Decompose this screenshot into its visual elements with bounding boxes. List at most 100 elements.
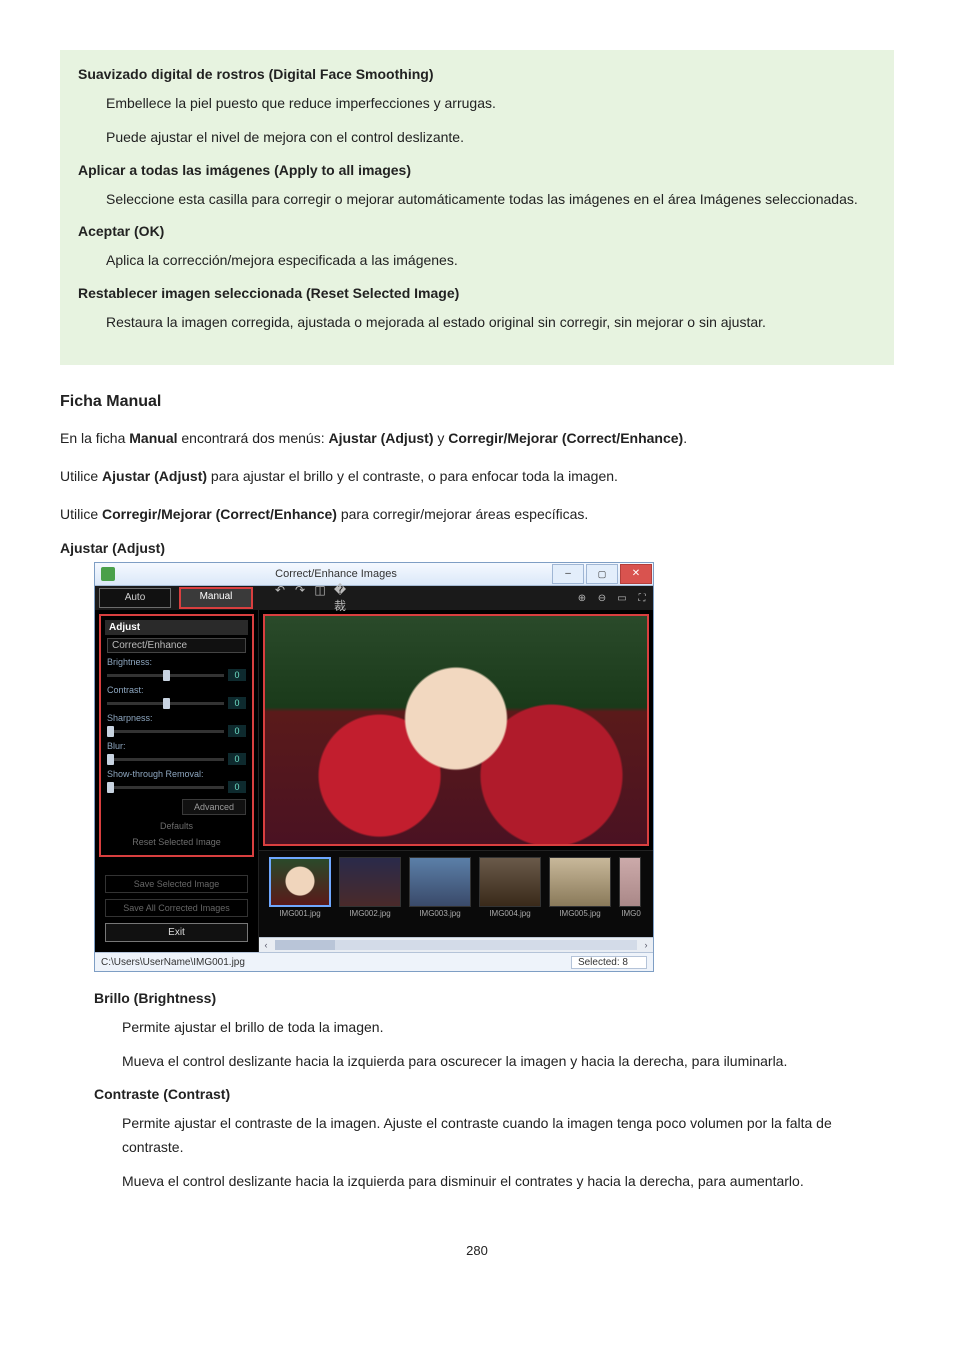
- scroll-thumb[interactable]: [275, 940, 335, 950]
- text: En la ficha: [60, 430, 129, 446]
- showthrough-label: Show-through Removal:: [107, 769, 246, 779]
- text: para ajustar el brillo y el contraste, o…: [207, 468, 618, 484]
- info-box: Suavizado digital de rostros (Digital Fa…: [60, 50, 894, 365]
- thumbnail[interactable]: IMG002.jpg: [339, 857, 401, 918]
- page-number: 280: [60, 1243, 894, 1258]
- thumbnail[interactable]: IMG0: [619, 857, 643, 918]
- minimize-button[interactable]: [552, 564, 584, 584]
- compare-icon[interactable]: ◫: [313, 583, 327, 614]
- def-para: Permite ajustar el contraste de la image…: [122, 1112, 894, 1160]
- thumbnail[interactable]: IMG004.jpg: [479, 857, 541, 918]
- section-intro: En la ficha Manual encontrará dos menús:…: [60, 427, 894, 451]
- fullscreen-icon[interactable]: ⛶: [635, 593, 649, 604]
- brightness-value: 0: [228, 669, 246, 681]
- contrast-slider[interactable]: [107, 702, 224, 705]
- def-title: Contraste (Contrast): [94, 1086, 894, 1102]
- section-para: Utilice Corregir/Mejorar (Correct/Enhanc…: [60, 503, 894, 527]
- thumbnail-label: IMG002.jpg: [339, 909, 401, 918]
- thumbnail[interactable]: IMG001.jpg: [269, 857, 331, 918]
- left-panel: Adjust Correct/Enhance Brightness: 0 Con…: [95, 610, 259, 952]
- sub-heading: Ajustar (Adjust): [60, 540, 894, 556]
- app-icon: [101, 567, 115, 581]
- def-para: Aplica la corrección/mejora especificada…: [106, 249, 876, 273]
- text: Utilice: [60, 506, 102, 522]
- advanced-button[interactable]: Advanced: [182, 799, 246, 815]
- crop-icon[interactable]: �裁: [333, 583, 347, 614]
- text: Utilice: [60, 468, 102, 484]
- maximize-button[interactable]: [586, 564, 618, 584]
- sharpness-value: 0: [228, 725, 246, 737]
- thumbnail-image[interactable]: [619, 857, 641, 907]
- text: y: [433, 430, 448, 446]
- thumbnail-image[interactable]: [479, 857, 541, 907]
- thumbnail-image[interactable]: [339, 857, 401, 907]
- def-title: Aceptar (OK): [78, 223, 876, 239]
- thumbnail[interactable]: IMG003.jpg: [409, 857, 471, 918]
- def-para: Mueva el control deslizante hacia la izq…: [122, 1170, 894, 1194]
- def-title: Restablecer imagen seleccionada (Reset S…: [78, 285, 876, 301]
- section-para: Utilice Ajustar (Adjust) para ajustar el…: [60, 465, 894, 489]
- blur-slider[interactable]: [107, 758, 224, 761]
- selected-count: Selected: 8: [571, 956, 647, 969]
- thumbnail-image[interactable]: [409, 857, 471, 907]
- thumbnail-label: IMG001.jpg: [269, 909, 331, 918]
- text: .: [683, 430, 687, 446]
- app-window: Correct/Enhance Images Auto Manual ↶ ↷ ◫…: [94, 562, 654, 972]
- window-title: Correct/Enhance Images: [121, 568, 551, 580]
- bold-text: Ajustar (Adjust): [328, 430, 433, 446]
- section-heading: Ficha Manual: [60, 393, 894, 411]
- thumbnail-label: IMG0: [619, 909, 643, 918]
- def-para: Embellece la piel puesto que reduce impe…: [106, 92, 876, 116]
- thumbnail-label: IMG005.jpg: [549, 909, 611, 918]
- sharpness-label: Sharpness:: [107, 713, 246, 723]
- def-para: Mueva el control deslizante hacia la izq…: [122, 1050, 894, 1074]
- horizontal-scrollbar[interactable]: ‹ ›: [259, 937, 653, 952]
- tab-manual[interactable]: Manual: [179, 587, 253, 609]
- contrast-label: Contrast:: [107, 685, 246, 695]
- showthrough-slider[interactable]: [107, 786, 224, 789]
- correct-enhance-button[interactable]: Correct/Enhance: [107, 638, 246, 653]
- def-para: Permite ajustar el brillo de toda la ima…: [122, 1016, 894, 1040]
- bold-text: Manual: [129, 430, 177, 446]
- bold-text: Corregir/Mejorar (Correct/Enhance): [448, 430, 683, 446]
- contrast-value: 0: [228, 697, 246, 709]
- text: encontrará dos menús:: [178, 430, 329, 446]
- defaults-link[interactable]: Defaults: [107, 821, 246, 831]
- def-para: Restaura la imagen corregida, ajustada o…: [106, 311, 876, 335]
- text: para corregir/mejorar áreas específicas.: [337, 506, 588, 522]
- blur-value: 0: [228, 753, 246, 765]
- brightness-slider[interactable]: [107, 674, 224, 677]
- adjust-header[interactable]: Adjust: [105, 620, 248, 635]
- brightness-label: Brightness:: [107, 657, 246, 667]
- save-selected-button[interactable]: Save Selected Image: [105, 875, 248, 893]
- close-button[interactable]: [620, 564, 652, 584]
- tab-auto[interactable]: Auto: [99, 588, 171, 608]
- def-title: Brillo (Brightness): [94, 990, 894, 1006]
- reset-selected-link[interactable]: Reset Selected Image: [107, 837, 246, 847]
- thumbnail[interactable]: IMG005.jpg: [549, 857, 611, 918]
- zoom-out-icon[interactable]: ⊖: [595, 593, 609, 604]
- scroll-right-icon[interactable]: ›: [639, 940, 653, 950]
- zoom-in-icon[interactable]: ⊕: [575, 593, 589, 604]
- sharpness-slider[interactable]: [107, 730, 224, 733]
- rotate-left-icon[interactable]: ↶: [273, 583, 287, 614]
- rotate-right-icon[interactable]: ↷: [293, 583, 307, 614]
- thumbnail-image[interactable]: [549, 857, 611, 907]
- exit-button[interactable]: Exit: [105, 923, 248, 942]
- scroll-left-icon[interactable]: ‹: [259, 940, 273, 950]
- status-bar: C:\Users\UserName\IMG001.jpg Selected: 8: [95, 952, 653, 971]
- showthrough-value: 0: [228, 781, 246, 793]
- save-all-button[interactable]: Save All Corrected Images: [105, 899, 248, 917]
- def-title: Aplicar a todas las imágenes (Apply to a…: [78, 162, 876, 178]
- titlebar[interactable]: Correct/Enhance Images: [95, 563, 653, 586]
- adjust-panel: Adjust Correct/Enhance Brightness: 0 Con…: [99, 614, 254, 857]
- thumbnail-image[interactable]: [269, 857, 331, 907]
- image-preview[interactable]: [263, 614, 649, 846]
- bold-text: Corregir/Mejorar (Correct/Enhance): [102, 506, 337, 522]
- thumbnail-label: IMG004.jpg: [479, 909, 541, 918]
- fit-icon[interactable]: ▭: [615, 593, 629, 604]
- def-para: Seleccione esta casilla para corregir o …: [106, 188, 876, 212]
- thumbnail-strip[interactable]: IMG001.jpg IMG002.jpg IMG003.jpg IMG004.…: [259, 850, 653, 937]
- right-panel: IMG001.jpg IMG002.jpg IMG003.jpg IMG004.…: [259, 610, 653, 952]
- status-path: C:\Users\UserName\IMG001.jpg: [101, 957, 245, 968]
